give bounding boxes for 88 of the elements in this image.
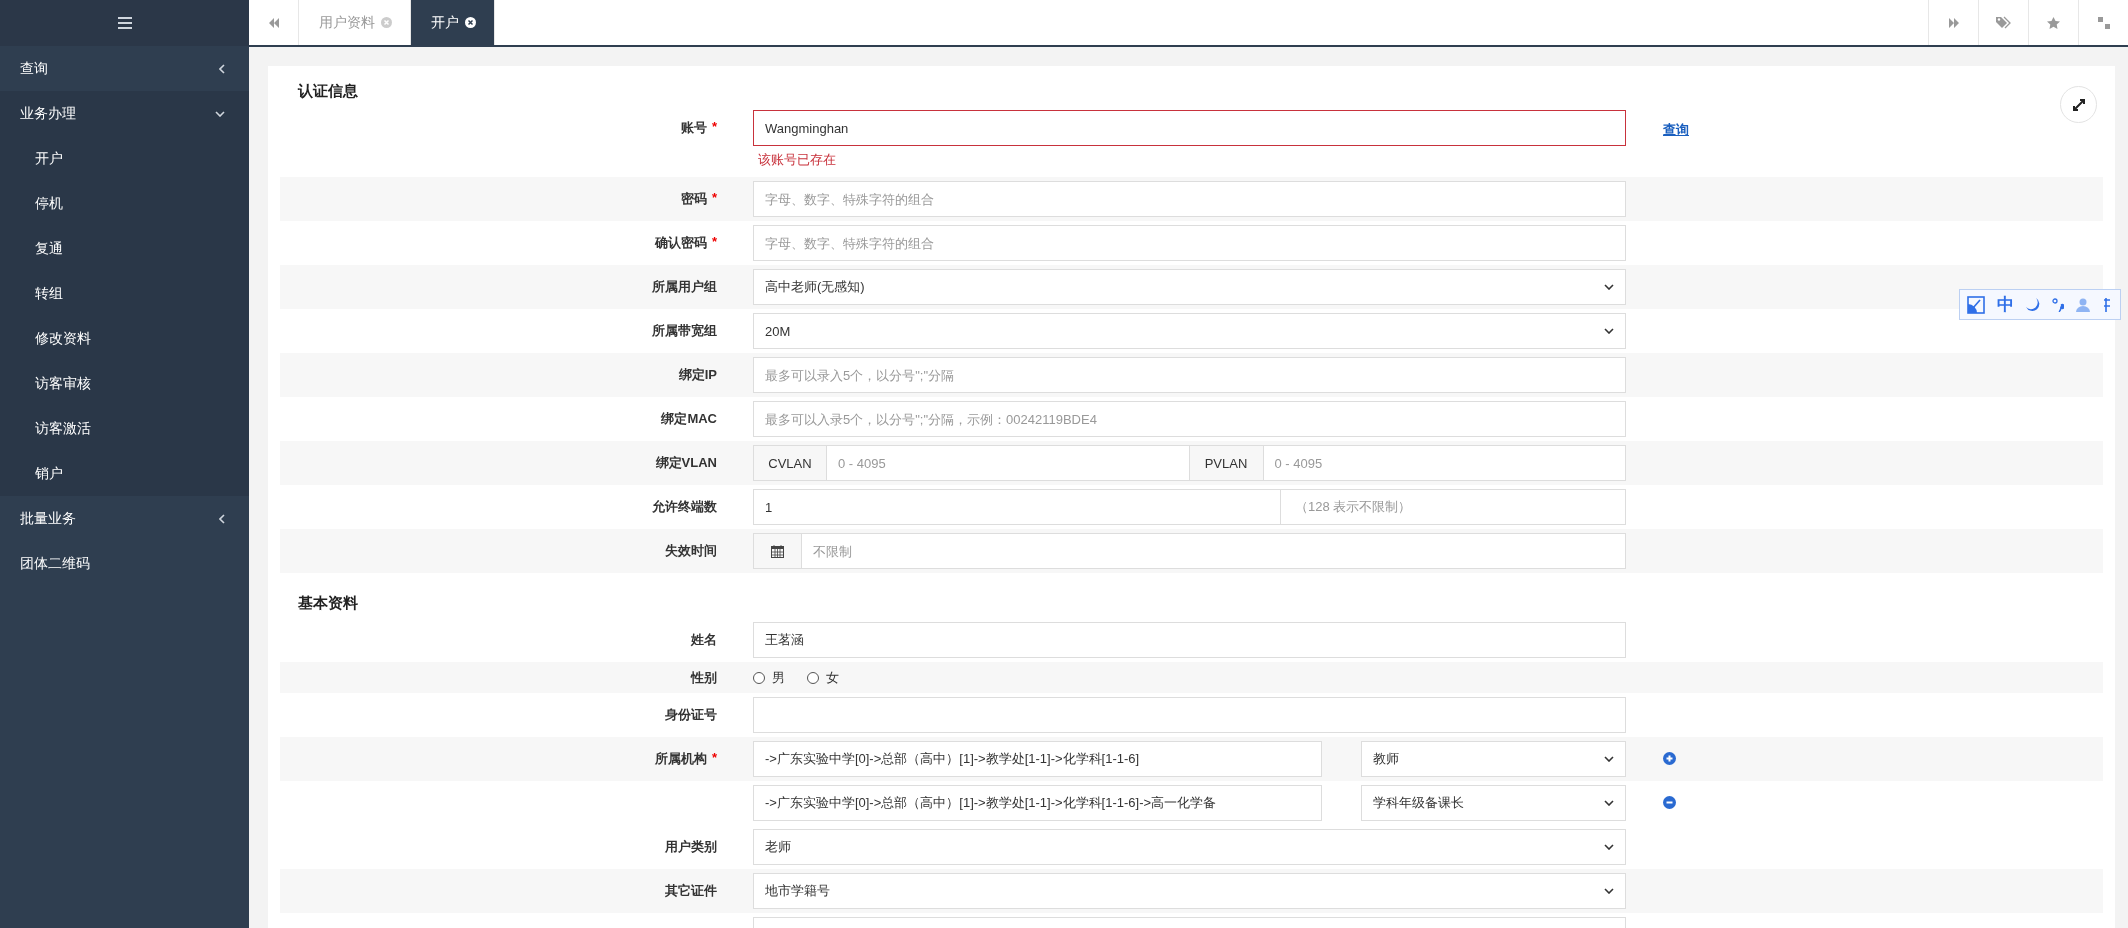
chevron-down-icon <box>1604 284 1614 290</box>
calendar-addon[interactable] <box>753 533 802 569</box>
field-label: 所属带宽组 <box>652 322 717 340</box>
sidebar-subitem[interactable]: 修改资料 <box>0 316 249 361</box>
input-mode-label[interactable]: 中 <box>1997 293 2014 316</box>
number-field[interactable]: 1 <box>753 489 1281 525</box>
radio-option[interactable]: 男 <box>753 668 785 687</box>
field-label: 绑定MAC <box>661 410 717 428</box>
sidebar-item[interactable]: 批量业务 <box>0 496 249 541</box>
vlan-field[interactable]: 0 - 4095 <box>1263 445 1626 481</box>
keyboard-gauge-icon[interactable] <box>1967 295 1985 314</box>
sidebar-subitem[interactable]: 停机 <box>0 181 249 226</box>
tab[interactable]: 开户 <box>411 0 495 45</box>
field-label: 姓名 <box>691 631 717 649</box>
input-addon: PVLAN <box>1189 445 1264 481</box>
chevron-down-icon <box>215 110 225 117</box>
radio-option[interactable]: 女 <box>807 668 839 687</box>
text-field[interactable] <box>753 697 1626 733</box>
required-mark: * <box>711 750 717 767</box>
toolbar-icon[interactable] <box>2102 297 2110 312</box>
double-right-arrow-icon <box>1947 17 1960 28</box>
input-addon: CVLAN <box>753 445 827 481</box>
field-label: 所属机构 <box>654 750 707 768</box>
sidebar-subitem[interactable]: 销户 <box>0 451 249 496</box>
chevron-down-icon <box>1604 756 1614 762</box>
sidebar-subitem[interactable]: 开户 <box>0 136 249 181</box>
double-left-arrow-icon <box>267 17 280 28</box>
chevron-down-icon <box>1604 328 1614 334</box>
field-label: 身份证号 <box>665 706 717 724</box>
punctuation-icon[interactable] <box>2052 297 2064 312</box>
sidebar-subitem[interactable]: 复通 <box>0 226 249 271</box>
fullscreen-button[interactable] <box>2060 86 2097 123</box>
field-label: 密码 <box>680 190 707 208</box>
moon-icon[interactable] <box>2026 297 2040 312</box>
vlan-field[interactable]: 0 - 4095 <box>827 445 1190 481</box>
expand-arrows-icon <box>2070 96 2087 113</box>
role-select[interactable]: 教师 <box>1361 741 1626 777</box>
text-field[interactable]: 最多可以录入5个，以分号";"分隔 <box>753 357 1626 393</box>
menu-icon[interactable] <box>117 17 132 29</box>
dropdown-select[interactable]: 地市学籍号 <box>753 873 1626 909</box>
query-link[interactable]: 查询 <box>1663 122 1689 137</box>
org-path-field[interactable]: ->广东实验中学[0]->总部（高中）[1]->教学处[1-1]->化学科[1-1-6]->高一化学备 <box>753 785 1322 821</box>
field-label: 确认密码 <box>654 234 707 252</box>
field-label: 性别 <box>691 668 717 687</box>
close-icon[interactable] <box>465 17 476 28</box>
text-field[interactable]: 字母、数字、特殊字符的组合 <box>753 181 1626 217</box>
field-label: 其它证件 <box>665 882 717 900</box>
input-hint: （128 表示不限制） <box>1281 489 1626 525</box>
squares-icon <box>2097 16 2110 29</box>
chevron-left-icon <box>219 63 225 74</box>
dropdown-select[interactable]: 高中老师(无感知) <box>753 269 1626 305</box>
required-mark: * <box>711 119 717 136</box>
add-icon[interactable] <box>1663 752 1676 765</box>
field-label: 绑定IP <box>678 366 717 384</box>
tags-icon <box>1996 16 2011 29</box>
chevron-down-icon <box>1604 844 1614 850</box>
text-field[interactable]: Wangminghan <box>753 110 1626 146</box>
required-mark: * <box>711 234 717 251</box>
date-field[interactable]: 不限制 <box>802 533 1626 569</box>
section-title: 认证信息 <box>298 81 358 101</box>
chevron-down-icon <box>1604 888 1614 894</box>
chevron-left-icon <box>219 513 225 524</box>
text-field[interactable]: 最多可以入录5个，以分号";"分隔，示例：00242119BDE4 <box>753 401 1626 437</box>
sidebar-subitem[interactable]: 访客审核 <box>0 361 249 406</box>
star-icon <box>2047 16 2060 29</box>
dropdown-select[interactable]: 20M <box>753 313 1626 349</box>
sidebar-item[interactable]: 查询 <box>0 46 249 91</box>
required-mark: * <box>711 190 717 207</box>
text-field[interactable]: 王茗涵 <box>753 622 1626 658</box>
text-field[interactable]: 字母、数字、特殊字符的组合 <box>753 225 1626 261</box>
sidebar-item[interactable]: 团体二维码 <box>0 541 249 586</box>
sidebar-item[interactable]: 业务办理 <box>0 91 249 136</box>
section-title: 基本资料 <box>298 593 358 613</box>
dropdown-select[interactable]: 老师 <box>753 829 1626 865</box>
sidebar-subitem[interactable]: 转组 <box>0 271 249 316</box>
org-path-field[interactable]: ->广东实验中学[0]->总部（高中）[1]->教学处[1-1]->化学科[1-1-6] <box>753 741 1322 777</box>
role-select[interactable]: 学科年级备课长 <box>1361 785 1626 821</box>
error-message: 该账号已存在 <box>758 151 837 169</box>
calendar-icon <box>771 544 784 558</box>
field-label: 绑定VLAN <box>655 454 717 472</box>
field-label: 失效时间 <box>665 542 717 560</box>
sidebar-subitem[interactable]: 访客激活 <box>0 406 249 451</box>
field-label: 允许终端数 <box>652 498 717 516</box>
field-label: 账号 <box>680 119 707 137</box>
field-label: 所属用户组 <box>652 278 717 296</box>
chevron-down-icon <box>1604 800 1614 806</box>
remove-icon[interactable] <box>1663 796 1676 809</box>
field-label: 用户类别 <box>665 838 717 856</box>
